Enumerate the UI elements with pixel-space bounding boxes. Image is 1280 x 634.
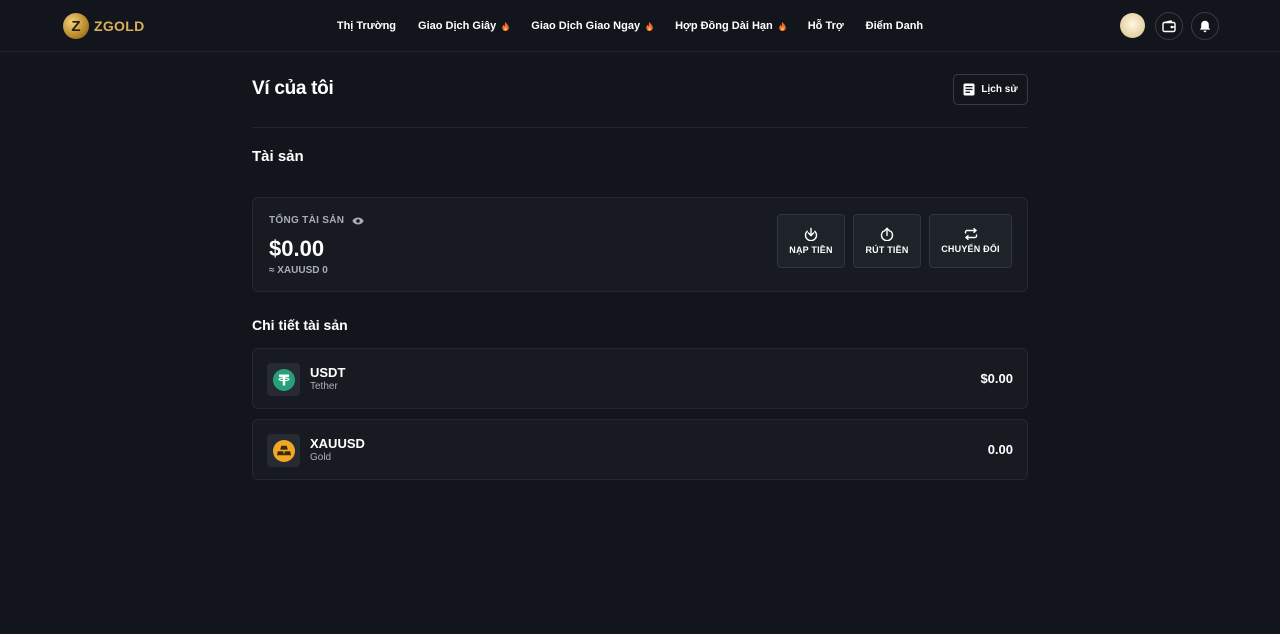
asset-symbol: USDT [310, 365, 346, 380]
convert-button[interactable]: CHUYỂN ĐỔI [929, 214, 1012, 268]
nav-second-trading-label: Giao Dịch Giây [418, 20, 497, 32]
top-navigation-bar: Z ZGOLD Thị Trường Giao Dịch Giây Giao D… [0, 0, 1280, 52]
total-assets-label: TỔNG TÀI SẢN [269, 215, 345, 226]
fire-icon [646, 21, 653, 31]
convert-arrows-icon [964, 228, 977, 240]
withdraw-icon [880, 227, 894, 241]
nav-market[interactable]: Thị Trường [326, 20, 407, 32]
total-assets-card: TỔNG TÀI SẢN $0.00 ≈ XAUUSD 0 NẠP TIỀN R… [252, 197, 1028, 292]
withdraw-button-label: RÚT TIỀN [865, 245, 909, 255]
nav-market-label: Thị Trường [336, 20, 397, 32]
nav-support[interactable]: Hỗ Trợ [797, 20, 855, 32]
gold-icon [272, 439, 295, 462]
asset-name: Tether [310, 381, 338, 392]
nav-spot-trading-label: Giao Dịch Giao Ngay [531, 20, 641, 32]
deposit-button-label: NẠP TIỀN [789, 245, 833, 255]
tether-icon [272, 368, 295, 391]
total-assets-value: $0.00 [269, 236, 325, 261]
asset-row-usdt[interactable]: USDT Tether $0.00 [252, 348, 1028, 409]
bell-icon [1199, 20, 1211, 32]
avatar[interactable] [1120, 13, 1145, 38]
deposit-icon [804, 227, 818, 241]
history-document-icon [963, 83, 975, 96]
page-title: Ví của tôi [252, 78, 334, 99]
fire-icon [778, 21, 786, 31]
asset-details-title: Chi tiết tài sản [252, 317, 348, 333]
asset-balance: $0.00 [980, 371, 1013, 386]
main-nav: Thị Trường Giao Dịch Giây Giao Dịch Giao… [0, 0, 1260, 52]
asset-icon-container [267, 363, 300, 396]
total-assets-xauusd-equivalent: ≈ XAUUSD 0 [269, 265, 328, 276]
notifications-button[interactable] [1191, 12, 1219, 40]
assets-section-title: Tài sản [252, 148, 304, 165]
nav-check-in-label: Điểm Danh [865, 20, 924, 32]
nav-support-label: Hỗ Trợ [807, 20, 844, 32]
asset-name: Gold [310, 452, 332, 463]
divider [252, 127, 1028, 128]
wallet-button[interactable] [1155, 12, 1183, 40]
nav-spot-trading[interactable]: Giao Dịch Giao Ngay [520, 20, 664, 32]
nav-check-in[interactable]: Điểm Danh [855, 20, 934, 32]
wallet-icon [1162, 19, 1176, 32]
convert-button-label: CHUYỂN ĐỔI [941, 244, 1000, 254]
fire-icon [502, 21, 510, 31]
deposit-button[interactable]: NẠP TIỀN [777, 214, 845, 268]
history-button[interactable]: Lịch sử [953, 74, 1028, 105]
asset-row-xauusd[interactable]: XAUUSD Gold 0.00 [252, 419, 1028, 480]
nav-long-term-contract[interactable]: Hợp Đồng Dài Hạn [664, 20, 797, 32]
asset-balance: 0.00 [987, 442, 1013, 457]
total-assets-label-group: TỔNG TÀI SẢN [269, 215, 364, 226]
asset-symbol: XAUUSD [310, 436, 365, 451]
history-button-label: Lịch sử [981, 84, 1018, 95]
eye-icon[interactable] [352, 217, 364, 225]
nav-long-term-contract-label: Hợp Đồng Dài Hạn [675, 20, 773, 32]
nav-second-trading[interactable]: Giao Dịch Giây [407, 20, 520, 32]
withdraw-button[interactable]: RÚT TIỀN [853, 214, 921, 268]
asset-icon-container [267, 434, 300, 467]
